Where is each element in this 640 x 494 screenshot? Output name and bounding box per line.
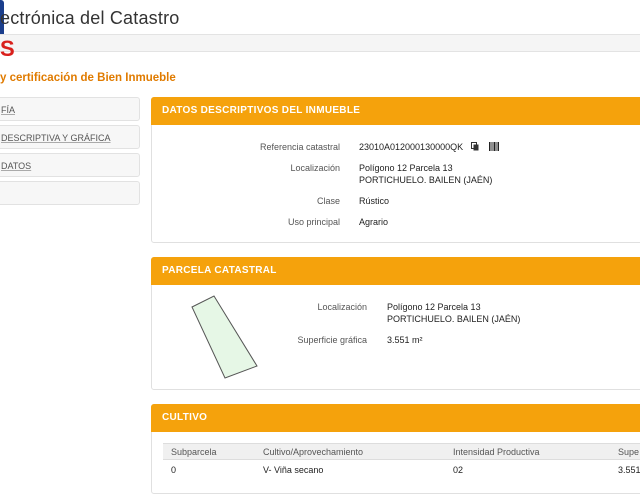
clase-label: Clase	[316, 196, 340, 206]
col-intensidad: Intensidad Productiva	[453, 447, 540, 457]
barcode-icon[interactable]	[489, 142, 499, 151]
loc-line2: PORTICHUELO. BAILEN (JAÉN)	[359, 175, 493, 185]
page-subtitle: y certificación de Bien Inmueble	[0, 72, 176, 84]
parcela-loc-line2: PORTICHUELO. BAILEN (JAÉN)	[387, 314, 521, 324]
uso-label: Uso principal	[287, 217, 340, 227]
parcela-loc-line1: Polígono 12 Parcela 13	[387, 302, 481, 312]
parcela-panel-title: PARCELA CATASTRAL	[151, 257, 640, 285]
nav-bar	[0, 34, 640, 52]
cell-intensidad: 02	[453, 465, 464, 475]
sidebar-item-datos[interactable]: DATOS	[0, 153, 140, 177]
brand-fragment: S	[0, 36, 15, 61]
datos-panel-title: DATOS DESCRIPTIVOS DEL INMUEBLE	[151, 97, 640, 125]
superficie-label: Superficie gráfica	[297, 335, 367, 345]
superficie-value: 3.551 m²	[387, 335, 423, 345]
copy-icon[interactable]	[471, 142, 479, 151]
uso-value: Agrario	[359, 217, 389, 227]
parcela-loc-label: Localización	[317, 302, 367, 312]
cell-subparcela: 0	[171, 465, 177, 475]
ref-label: Referencia catastral	[259, 142, 340, 152]
sidebar-item-descriptiva-grafica[interactable]: DESCRIPTIVA Y GRÁFICA	[0, 125, 140, 149]
col-cultivo: Cultivo/Aprovechamiento	[263, 447, 364, 457]
col-superficie: Supe	[618, 447, 640, 457]
clase-value: Rústico	[359, 196, 390, 206]
table-header	[163, 443, 640, 460]
sidebar-item-extra[interactable]	[0, 181, 140, 205]
site-title: ectrónica del Catastro	[0, 8, 180, 28]
col-subparcela: Subparcela	[171, 447, 217, 457]
ref-value: 23010A012000130000QK	[359, 142, 464, 152]
loc-line1: Polígono 12 Parcela 13	[359, 163, 453, 173]
cell-superficie: 3.551	[618, 465, 640, 475]
cell-cultivo: V- Viña secano	[263, 465, 324, 475]
sidebar-item-cartografia[interactable]: FÍA	[0, 97, 140, 121]
cultivo-panel-title: CULTIVO	[151, 404, 640, 432]
loc-label: Localización	[290, 163, 340, 173]
